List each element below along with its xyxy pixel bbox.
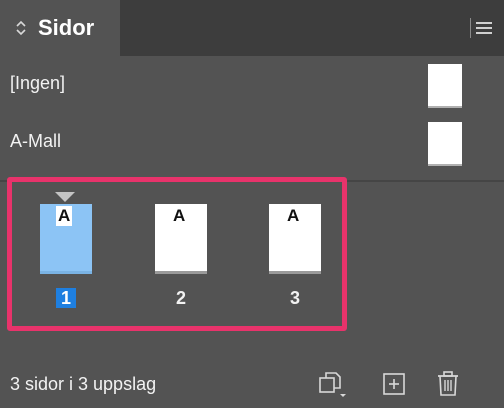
panel-menu-button[interactable] (470, 18, 494, 38)
master-thumbnail[interactable] (428, 122, 462, 166)
up-down-arrows-icon[interactable] (15, 20, 27, 36)
panel-tab-bar: Sidor (0, 0, 504, 56)
tab-sidor[interactable]: Sidor (0, 0, 120, 56)
panel-title: Sidor (38, 15, 95, 40)
highlight-annotation-box (7, 177, 347, 331)
panel-footer: 3 sidor i 3 uppslag (0, 356, 504, 408)
status-text: 3 sidor i 3 uppslag (10, 374, 157, 394)
master-label: [Ingen] (10, 73, 66, 93)
master-label: A-Mall (10, 131, 62, 151)
menu-separator (470, 18, 471, 38)
page-size-icon[interactable] (318, 370, 346, 398)
master-item-none[interactable]: [Ingen] (0, 56, 504, 114)
new-page-icon[interactable] (380, 370, 408, 398)
master-thumbnail[interactable] (428, 64, 462, 108)
master-item-a[interactable]: A-Mall (0, 114, 504, 172)
trash-icon[interactable] (434, 370, 462, 398)
